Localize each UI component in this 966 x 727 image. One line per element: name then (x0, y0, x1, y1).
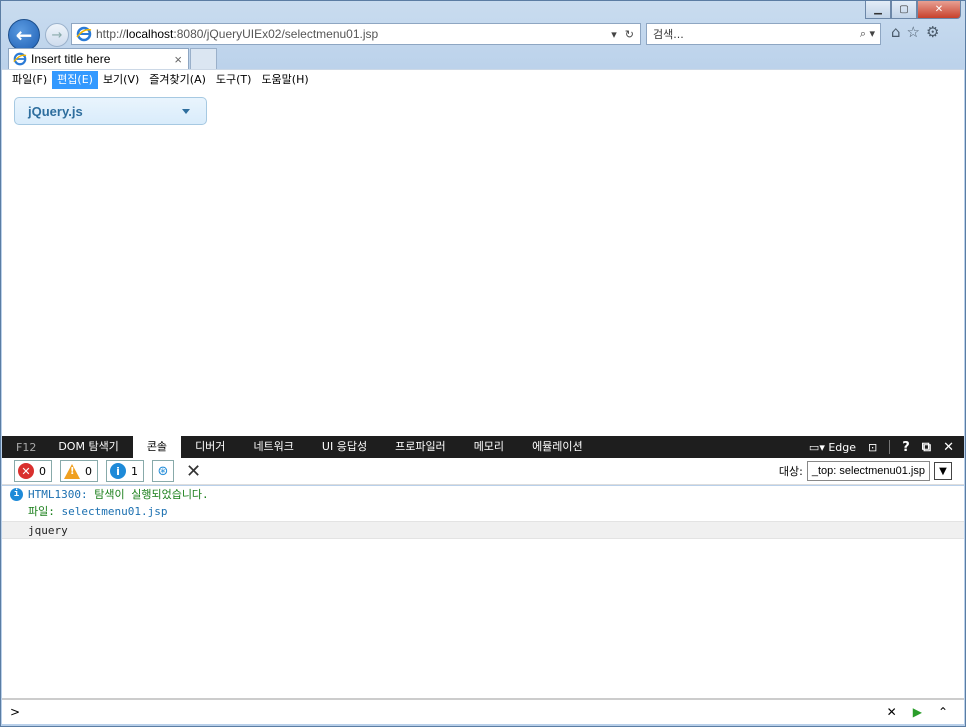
clear-on-navigate-button[interactable]: ⊛ (152, 460, 174, 482)
clear-input-icon[interactable]: ✕ (887, 705, 897, 719)
refresh-icon[interactable]: ↻ (625, 28, 634, 41)
browser-tab[interactable]: Insert title here × (8, 48, 189, 69)
tab-close-icon[interactable]: × (174, 52, 182, 67)
console-toolbar: ✕ 0 ! 0 i 1 ⊛ ✕ 대상: _top: selectmenu01.j… (2, 458, 964, 485)
triangle-down-icon (182, 108, 190, 114)
info-icon: i (110, 463, 126, 479)
menu-tools[interactable]: 도구(T) (211, 71, 257, 89)
expand-icon[interactable]: ⌃ (938, 705, 948, 719)
browser-window: ▁ ▢ ✕ ← → http:// localhost :8080/jQuery… (0, 0, 966, 727)
address-dropdown-icon[interactable]: ▾ (611, 28, 617, 41)
clear-on-navigate-icon: ⊛ (157, 463, 169, 479)
info-filter[interactable]: i 1 (106, 460, 144, 482)
info-icon: i (10, 488, 23, 501)
forward-button[interactable]: → (45, 23, 69, 47)
chevron-down-icon[interactable]: ▼ (934, 462, 952, 480)
console-icon[interactable]: ⊡ (868, 441, 877, 454)
errors-count: 0 (39, 464, 46, 478)
run-icon[interactable]: ▶ (913, 705, 922, 719)
maximize-button[interactable]: ▢ (891, 1, 917, 19)
tab-emulation[interactable]: 에뮬레이션 (518, 436, 597, 458)
error-icon: ✕ (18, 463, 34, 479)
document-mode-button[interactable]: ▭▾ Edge (809, 441, 856, 454)
devtools-f12-label: F12 (16, 440, 37, 454)
errors-filter[interactable]: ✕ 0 (14, 460, 52, 482)
tab-memory[interactable]: 메모리 (460, 436, 518, 458)
message-file-line: 파일: selectmenu01.jsp (2, 503, 964, 520)
help-icon[interactable]: ? (902, 440, 910, 455)
menu-view[interactable]: 보기(V) (98, 71, 144, 89)
message-text: 탐색이 실행되었습니다. (94, 488, 209, 501)
url-prefix: http:// (96, 27, 127, 41)
target-selector: 대상: _top: selectmenu01.jsp ▼ (779, 461, 964, 481)
warnings-count: 0 (85, 464, 92, 478)
browser-toolbar-icons: ⌂ ☆ ⚙ (891, 23, 939, 41)
menu-help[interactable]: 도움말(H) (256, 71, 313, 89)
menu-edit[interactable]: 편집(E) (52, 70, 98, 89)
url-path: :8080/jQueryUIEx02/selectmenu01.jsp (173, 27, 379, 41)
gear-icon[interactable]: ⚙ (926, 23, 939, 41)
search-input[interactable]: 검색... ⌕ ▾ (646, 23, 881, 45)
tab-title: Insert title here (31, 52, 111, 66)
monitor-icon: ▭▾ (808, 440, 825, 454)
ie-logo-icon (76, 26, 92, 42)
tab-network[interactable]: 네트워크 (239, 436, 307, 458)
message-code: HTML1300: (28, 488, 88, 501)
devtools-tabbar: F12 DOM 탐색기 콘솔 디버거 네트워크 UI 응답성 프로파일러 메모리… (2, 436, 964, 458)
address-bar[interactable]: http:// localhost :8080/jQueryUIEx02/sel… (71, 23, 641, 45)
console-message: i HTML1300: 탐색이 실행되었습니다. (2, 486, 964, 503)
tab-dom-explorer[interactable]: DOM 탐색기 (44, 436, 132, 458)
selectmenu-value: jQuery.js (28, 103, 83, 119)
document-mode-value: Edge (828, 440, 857, 454)
tab-ui-responsiveness[interactable]: UI 응답성 (308, 436, 381, 458)
ie-tab-icon (13, 52, 27, 66)
back-arrow-icon: ← (15, 23, 33, 47)
selectmenu-button[interactable]: jQuery.js (14, 97, 207, 125)
warnings-filter[interactable]: ! 0 (60, 460, 98, 482)
tab-profiler[interactable]: 프로파일러 (381, 436, 460, 458)
console-input-bar[interactable]: > ✕ ▶ ⌃ (2, 698, 964, 724)
close-window-button[interactable]: ✕ (917, 1, 961, 19)
console-output: i HTML1300: 탐색이 실행되었습니다. 파일: selectmenu0… (2, 486, 964, 698)
divider (889, 440, 891, 454)
url-host: localhost (126, 27, 174, 41)
window-controls: ▁ ▢ ✕ (865, 1, 961, 19)
tab-debugger[interactable]: 디버거 (181, 436, 239, 458)
back-button[interactable]: ← (8, 19, 40, 51)
page-content: jQuery.js (2, 89, 964, 436)
target-label: 대상: (778, 465, 803, 478)
target-select[interactable]: _top: selectmenu01.jsp (806, 461, 930, 481)
close-devtools-icon[interactable]: ✕ (943, 440, 954, 455)
minimize-button[interactable]: ▁ (865, 1, 891, 19)
home-icon[interactable]: ⌂ (891, 23, 901, 41)
warning-icon: ! (64, 463, 80, 479)
console-prompt: > (10, 705, 21, 719)
tab-console[interactable]: 콘솔 (132, 436, 182, 458)
message-file-label: 파일: (28, 505, 55, 518)
forward-arrow-icon: → (51, 27, 63, 43)
console-log-line: jquery (2, 521, 964, 539)
clear-console-icon[interactable]: ✕ (182, 461, 205, 482)
menu-bar: 파일(F) 편집(E) 보기(V) 즐겨찾기(A) 도구(T) 도움말(H) (2, 69, 964, 89)
search-icon[interactable]: ⌕ ▾ (860, 27, 880, 41)
search-placeholder: 검색... (653, 28, 684, 41)
new-tab-button[interactable] (190, 48, 217, 69)
info-count: 1 (131, 464, 138, 478)
menu-favorites[interactable]: 즐겨찾기(A) (144, 71, 211, 89)
message-file-link[interactable]: selectmenu01.jsp (62, 505, 168, 518)
menu-file[interactable]: 파일(F) (7, 71, 52, 89)
favorites-star-icon[interactable]: ☆ (907, 23, 920, 41)
undock-icon[interactable]: ⧉ (922, 440, 931, 455)
